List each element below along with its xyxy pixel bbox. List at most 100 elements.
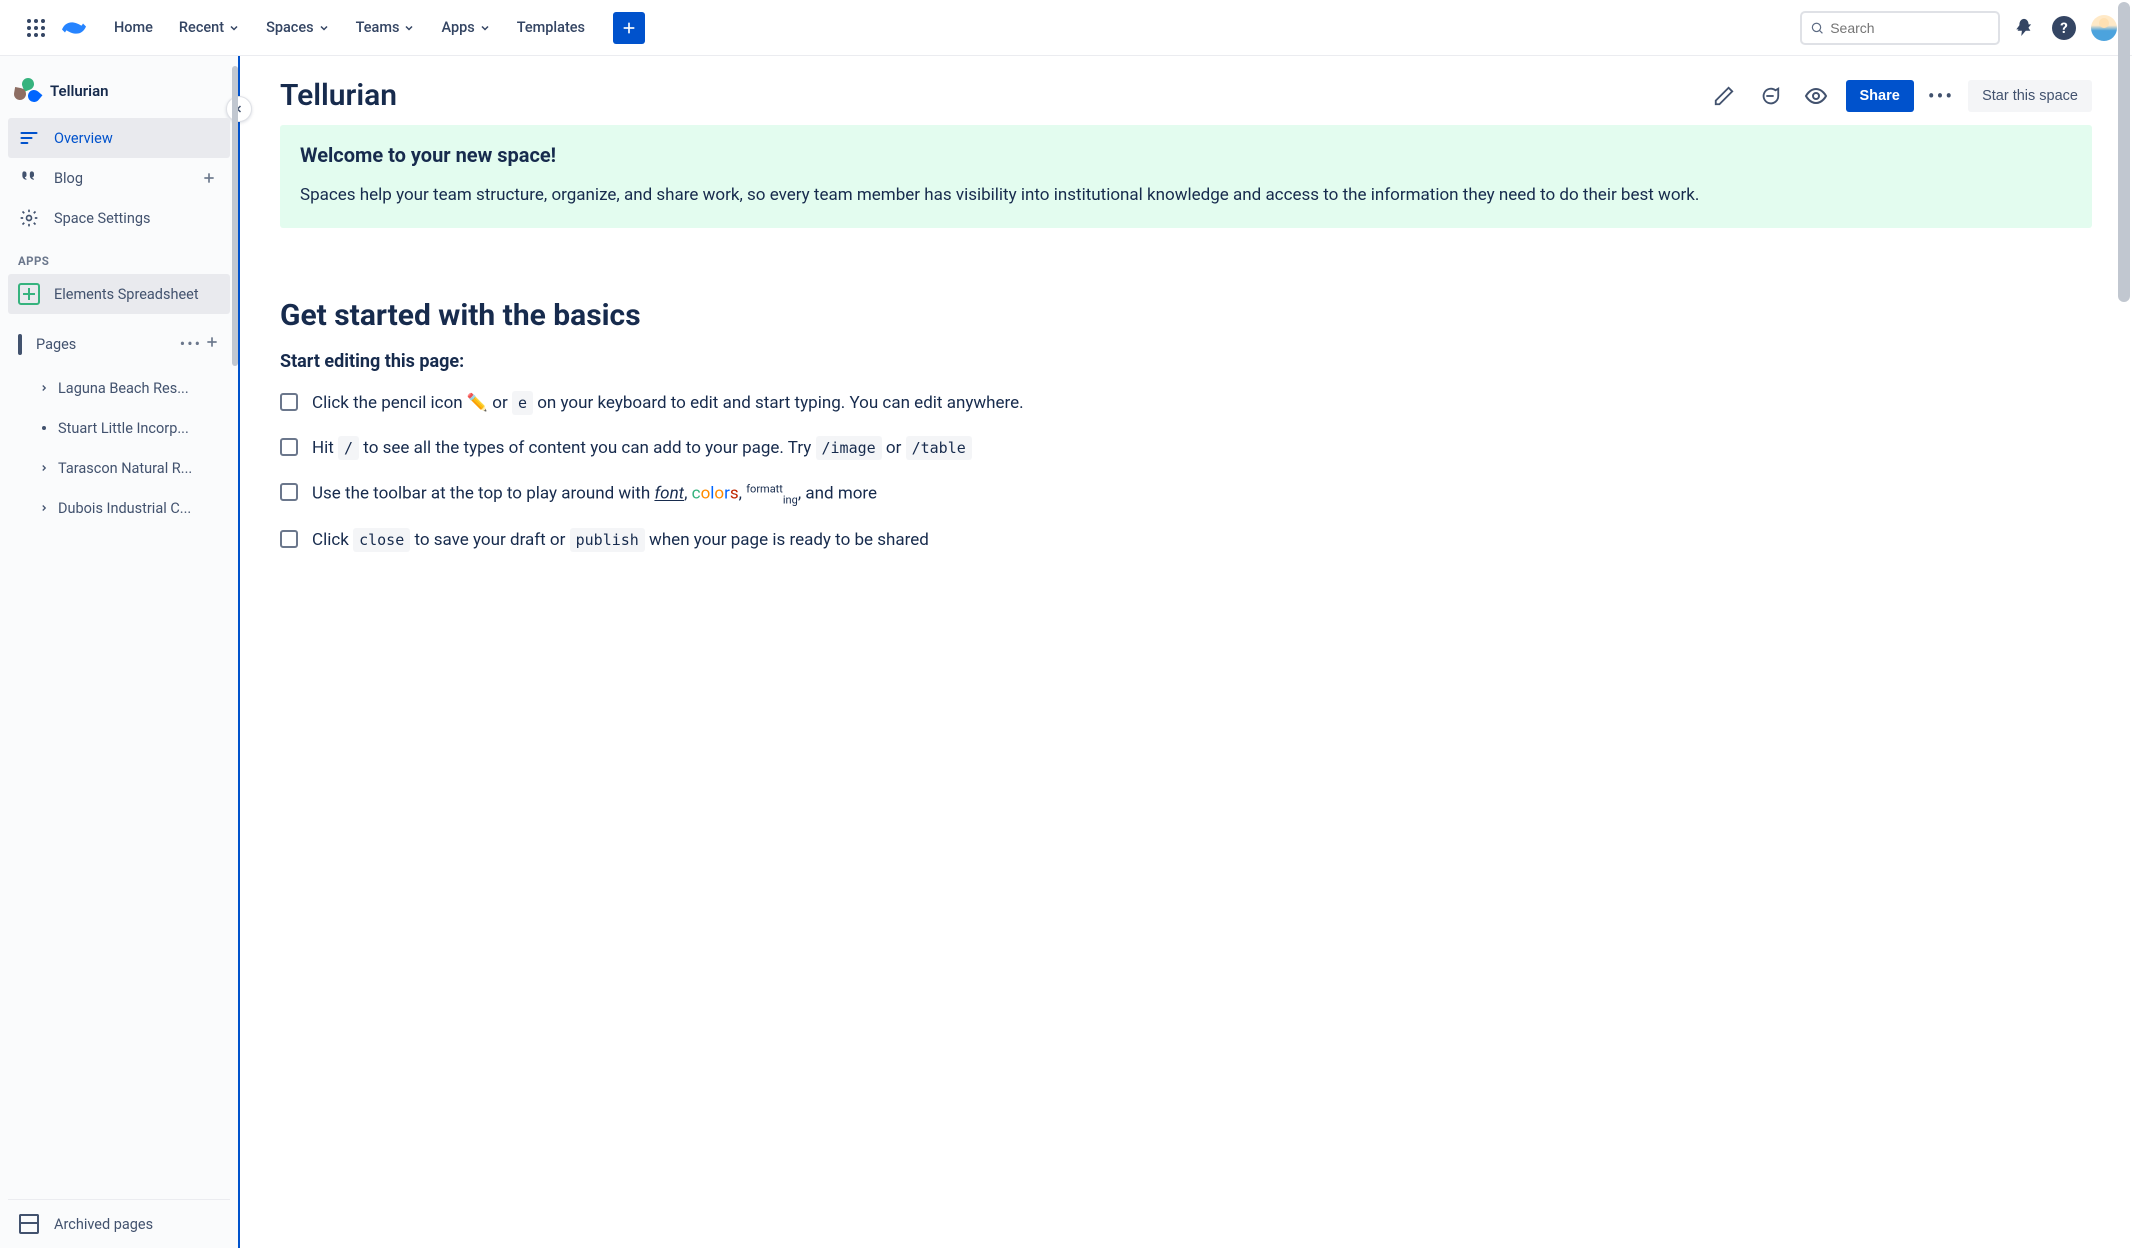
section-heading: Get started with the basics bbox=[280, 298, 2092, 333]
sidebar-pages[interactable]: Pages ••• bbox=[8, 324, 230, 364]
sidebar-app-elements-spreadsheet[interactable]: Elements Spreadsheet bbox=[8, 274, 230, 314]
share-button[interactable]: Share bbox=[1846, 80, 1914, 112]
avatar-icon bbox=[2091, 15, 2117, 41]
chevron-down-icon bbox=[318, 22, 330, 34]
plus-icon bbox=[204, 334, 220, 350]
chevron-right-icon[interactable] bbox=[38, 463, 50, 473]
add-blog-button[interactable] bbox=[198, 167, 220, 189]
task-item: Click the pencil icon ✏️ or e on your ke… bbox=[280, 390, 2092, 417]
task-text: Click close to save your draft or publis… bbox=[312, 527, 929, 554]
task-text: Hit / to see all the types of content yo… bbox=[312, 435, 972, 462]
sidebar-overview-label: Overview bbox=[54, 130, 113, 147]
edit-button[interactable] bbox=[1708, 80, 1740, 112]
sidebar-blog[interactable]: Blog bbox=[8, 158, 230, 198]
page-tree-label: Tarascon Natural R... bbox=[58, 460, 192, 477]
profile-button[interactable] bbox=[2088, 12, 2120, 44]
task-item: Click close to save your draft or publis… bbox=[280, 527, 2092, 554]
star-space-button[interactable]: Star this space bbox=[1968, 80, 2092, 112]
plus-icon bbox=[621, 20, 637, 36]
nav-teams-label: Teams bbox=[356, 19, 400, 36]
keyboard-key: / bbox=[338, 436, 359, 460]
archive-icon bbox=[18, 1214, 40, 1234]
search-input[interactable] bbox=[1830, 20, 1990, 36]
nav-home[interactable]: Home bbox=[104, 13, 163, 42]
confluence-logo-icon[interactable] bbox=[58, 12, 90, 44]
help-button[interactable]: ? bbox=[2048, 12, 2080, 44]
space-header[interactable]: Tellurian bbox=[8, 74, 230, 118]
colors-example: colors bbox=[692, 484, 739, 504]
add-page-button[interactable] bbox=[204, 334, 220, 354]
page-tree-label: Laguna Beach Res... bbox=[58, 380, 189, 397]
space-logo-icon bbox=[14, 78, 40, 104]
top-nav-left: Home Recent Spaces Teams Apps Templates bbox=[20, 12, 645, 44]
scrollbar-thumb[interactable] bbox=[232, 66, 238, 366]
top-nav-right: ? bbox=[1800, 11, 2120, 45]
chevron-right-icon[interactable] bbox=[38, 503, 50, 513]
create-button[interactable] bbox=[613, 12, 645, 44]
overview-icon bbox=[18, 128, 40, 148]
page-tree-item[interactable]: Dubois Industrial C... bbox=[8, 488, 230, 528]
watch-button[interactable] bbox=[1800, 80, 1832, 112]
task-checkbox[interactable] bbox=[280, 393, 298, 411]
search-box[interactable] bbox=[1800, 11, 2000, 45]
sidebar-settings[interactable]: Space Settings bbox=[8, 198, 230, 238]
shell: Tellurian Overview Blog Space Settings A… bbox=[0, 56, 2132, 1248]
more-actions-button[interactable]: ••• bbox=[1928, 84, 1954, 108]
sidebar-apps-section: APPS bbox=[8, 238, 230, 274]
sidebar-overview[interactable]: Overview bbox=[8, 118, 230, 158]
page-tree-item[interactable]: Tarascon Natural R... bbox=[8, 448, 230, 488]
bell-icon bbox=[2013, 17, 2035, 39]
nav-recent-label: Recent bbox=[179, 19, 224, 36]
page-tree-item[interactable]: Laguna Beach Res... bbox=[8, 368, 230, 408]
keyboard-key: e bbox=[512, 391, 533, 415]
task-checkbox[interactable] bbox=[280, 530, 298, 548]
chevron-down-icon bbox=[403, 22, 415, 34]
sidebar-app-label: Elements Spreadsheet bbox=[54, 286, 199, 303]
task-checkbox[interactable] bbox=[280, 483, 298, 501]
sidebar-settings-label: Space Settings bbox=[54, 210, 150, 227]
bullet-icon bbox=[38, 426, 50, 430]
app-switcher-icon[interactable] bbox=[20, 12, 52, 44]
comments-button[interactable] bbox=[1754, 80, 1786, 112]
main-content: Tellurian Share ••• Star this space Welc… bbox=[240, 56, 2132, 1248]
nav-templates[interactable]: Templates bbox=[507, 13, 595, 42]
chevron-right-icon[interactable] bbox=[38, 383, 50, 393]
gear-icon bbox=[18, 208, 40, 228]
nav-spaces-label: Spaces bbox=[266, 19, 314, 36]
page-tree-label: Dubois Industrial C... bbox=[58, 500, 191, 517]
page-header: Tellurian Share ••• Star this space bbox=[280, 78, 2092, 113]
blog-icon bbox=[18, 168, 40, 188]
top-nav: Home Recent Spaces Teams Apps Templates bbox=[0, 0, 2132, 56]
task-checkbox[interactable] bbox=[280, 438, 298, 456]
sidebar-archived[interactable]: Archived pages bbox=[8, 1204, 230, 1244]
window-scrollbar[interactable] bbox=[2118, 0, 2130, 1248]
task-text: Use the toolbar at the top to play aroun… bbox=[312, 480, 877, 509]
sidebar-archived-label: Archived pages bbox=[54, 1216, 153, 1233]
help-icon: ? bbox=[2052, 16, 2076, 40]
chevron-down-icon bbox=[228, 22, 240, 34]
nav-recent[interactable]: Recent bbox=[169, 13, 250, 42]
sidebar-pages-label: Pages bbox=[36, 336, 76, 353]
formatting-example: formatting bbox=[746, 484, 798, 504]
scrollbar-thumb[interactable] bbox=[2118, 2, 2130, 302]
page-tree-item[interactable]: Stuart Little Incorp... bbox=[8, 408, 230, 448]
pages-more-button[interactable]: ••• bbox=[180, 334, 202, 354]
nav-spaces[interactable]: Spaces bbox=[256, 13, 340, 42]
search-icon bbox=[1810, 20, 1824, 36]
sidebar: Tellurian Overview Blog Space Settings A… bbox=[0, 56, 240, 1248]
nav-apps[interactable]: Apps bbox=[431, 13, 500, 42]
page-actions: Share ••• Star this space bbox=[1708, 80, 2092, 112]
sidebar-blog-label: Blog bbox=[54, 170, 83, 187]
pages-icon bbox=[18, 336, 22, 353]
pencil-icon bbox=[1713, 85, 1735, 107]
sidebar-scrollbar[interactable] bbox=[232, 56, 238, 1248]
page-tree: Laguna Beach Res... Stuart Little Incorp… bbox=[8, 368, 230, 528]
task-text: Click the pencil icon ✏️ or e on your ke… bbox=[312, 390, 1024, 417]
nav-apps-label: Apps bbox=[441, 19, 474, 36]
code-text: /image bbox=[816, 436, 882, 460]
task-item: Use the toolbar at the top to play aroun… bbox=[280, 480, 2092, 509]
code-text: /table bbox=[906, 436, 972, 460]
notifications-icon[interactable] bbox=[2008, 12, 2040, 44]
font-example: font bbox=[654, 484, 684, 504]
nav-teams[interactable]: Teams bbox=[346, 13, 426, 42]
